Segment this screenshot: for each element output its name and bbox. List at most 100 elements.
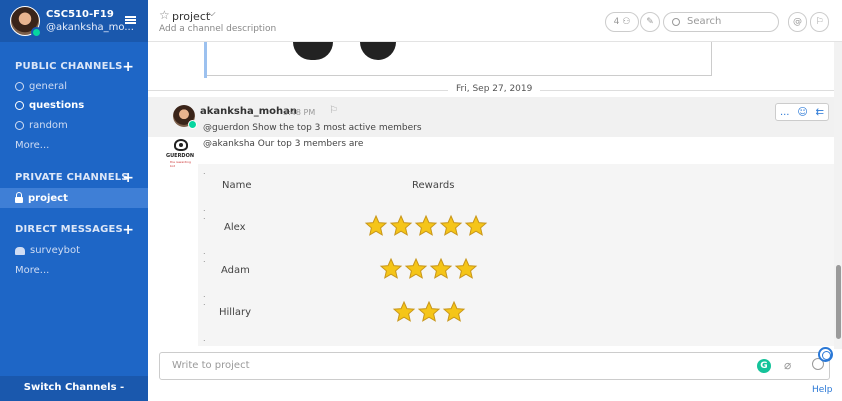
star-rating: [392, 300, 466, 324]
flag-icon[interactable]: ⚐: [329, 105, 338, 116]
star-icon: [429, 257, 453, 281]
message-composer[interactable]: Write to project G ⌀: [159, 352, 830, 380]
bullet: .: [203, 255, 206, 264]
pin-icon: ✎: [646, 17, 654, 27]
at-icon: @: [793, 17, 802, 27]
sidebar-item-label: More...: [15, 140, 50, 151]
star-icon: [379, 257, 403, 281]
menu-icon[interactable]: [125, 16, 136, 24]
sidebar-item-more-dm[interactable]: More...: [15, 265, 49, 276]
add-public-channel-icon[interactable]: +: [122, 60, 134, 74]
bullet: .: [203, 298, 206, 307]
sidebar-item-label: general: [29, 81, 68, 92]
star-icon: [464, 214, 488, 238]
sidebar-header[interactable]: CSC510-F19 @akanksha_mo...: [0, 0, 148, 42]
help-icon[interactable]: [818, 347, 833, 362]
online-status-icon: [188, 120, 197, 129]
user-handle: @akanksha_mo...: [46, 22, 134, 33]
flagged-posts-button[interactable]: ⚐: [810, 12, 829, 32]
members-icon: ⚇: [622, 17, 631, 27]
public-channels-title: PUBLIC CHANNELS: [15, 61, 123, 72]
sidebar-item-surveybot[interactable]: surveybot: [15, 245, 80, 256]
star-icon: [454, 257, 478, 281]
grammarly-icon[interactable]: G: [757, 359, 771, 373]
add-private-channel-icon[interactable]: +: [122, 171, 134, 185]
sidebar-item-label: questions: [29, 100, 85, 111]
search-input[interactable]: Search: [663, 12, 779, 32]
direct-messages-title: DIRECT MESSAGES: [15, 224, 123, 235]
channel-description[interactable]: Add a channel description: [159, 24, 276, 34]
bot-avatar[interactable]: GUERDON the rewarding bot: [166, 139, 196, 168]
star-icon: [417, 300, 441, 324]
message-time[interactable]: 3:48 PM: [283, 108, 315, 117]
globe-icon: [15, 101, 24, 110]
favorite-star-icon[interactable]: ☆: [159, 8, 170, 22]
sidebar-item-label: More...: [15, 265, 50, 276]
sidebar-item-random[interactable]: random: [15, 120, 68, 131]
member-name: Adam: [221, 265, 250, 276]
add-direct-message-icon[interactable]: +: [122, 223, 134, 237]
member-count: 4: [613, 17, 620, 27]
sidebar-item-more-public[interactable]: More...: [15, 140, 49, 151]
message-input[interactable]: Write to project: [172, 360, 250, 371]
message-list[interactable]: Fri, Sep 27, 2019 akanksha_mohan 3:48 PM…: [148, 42, 834, 349]
column-header-name: Name: [222, 180, 252, 191]
flag-icon: ⚐: [815, 17, 824, 27]
rewards-table: [198, 164, 834, 346]
star-rating: [379, 257, 478, 281]
sidebar-item-label: surveybot: [30, 245, 81, 256]
bullet: .: [203, 334, 206, 343]
sidebar-item-general[interactable]: general: [15, 81, 67, 92]
more-actions-icon[interactable]: ...: [780, 107, 790, 118]
bullet: .: [203, 212, 206, 221]
search-placeholder: Search: [687, 16, 722, 27]
sidebar-item-label: project: [28, 193, 68, 204]
search-icon: [672, 18, 680, 26]
channel-header: ☆ project ⌵ Add a channel description 4 …: [148, 0, 842, 42]
date-separator: Fri, Sep 27, 2019: [448, 84, 541, 94]
embed-accent-bar: [204, 42, 207, 78]
bot-tagline: the rewarding bot: [170, 160, 191, 168]
previous-embed: [204, 42, 712, 76]
star-icon: [442, 300, 466, 324]
bot-icon: [15, 246, 25, 255]
star-rating: [364, 214, 488, 238]
bot-message-text: @akanksha Our top 3 members are: [203, 139, 364, 149]
help-link[interactable]: Help: [812, 385, 833, 395]
lock-icon: [15, 192, 23, 203]
online-status-icon: [31, 27, 42, 38]
chevron-down-icon[interactable]: ⌵: [208, 8, 216, 19]
star-icon: [404, 257, 428, 281]
star-icon: [392, 300, 416, 324]
mentions-button[interactable]: @: [788, 12, 807, 32]
user-avatar[interactable]: [10, 6, 42, 38]
member-count-button[interactable]: 4 ⚇: [605, 12, 639, 32]
column-header-rewards: Rewards: [412, 180, 455, 191]
star-icon: [414, 214, 438, 238]
switch-channels-button[interactable]: Switch Channels - CTRL+K: [0, 376, 148, 401]
reply-icon[interactable]: ⇇: [816, 107, 824, 118]
globe-icon: [15, 82, 24, 91]
team-name: CSC510-F19: [46, 9, 114, 20]
bot-brand: GUERDON: [166, 153, 195, 159]
bullet: .: [203, 167, 206, 176]
emoji-reaction-icon[interactable]: ☺: [797, 107, 807, 118]
private-channels-title: PRIVATE CHANNELS: [15, 172, 129, 183]
attachment-icon[interactable]: ⌀: [784, 358, 791, 372]
scrollbar-thumb[interactable]: [836, 265, 841, 339]
guerdon-logo-icon: [174, 139, 188, 151]
message-text: @guerdon Show the top 3 most active memb…: [203, 123, 422, 133]
star-icon: [389, 214, 413, 238]
sidebar: CSC510-F19 @akanksha_mo... PUBLIC CHANNE…: [0, 0, 148, 401]
sidebar-item-questions[interactable]: questions: [15, 100, 84, 111]
message-actions[interactable]: ... ☺ ⇇: [775, 103, 829, 121]
channel-title[interactable]: project: [172, 10, 210, 23]
member-name: Alex: [224, 222, 246, 233]
star-icon: [439, 214, 463, 238]
globe-icon: [15, 121, 24, 130]
pinned-posts-button[interactable]: ✎: [640, 12, 660, 32]
star-icon: [364, 214, 388, 238]
member-name: Hillary: [219, 307, 252, 318]
sidebar-item-project[interactable]: project: [15, 192, 68, 204]
sidebar-item-label: random: [29, 120, 68, 131]
